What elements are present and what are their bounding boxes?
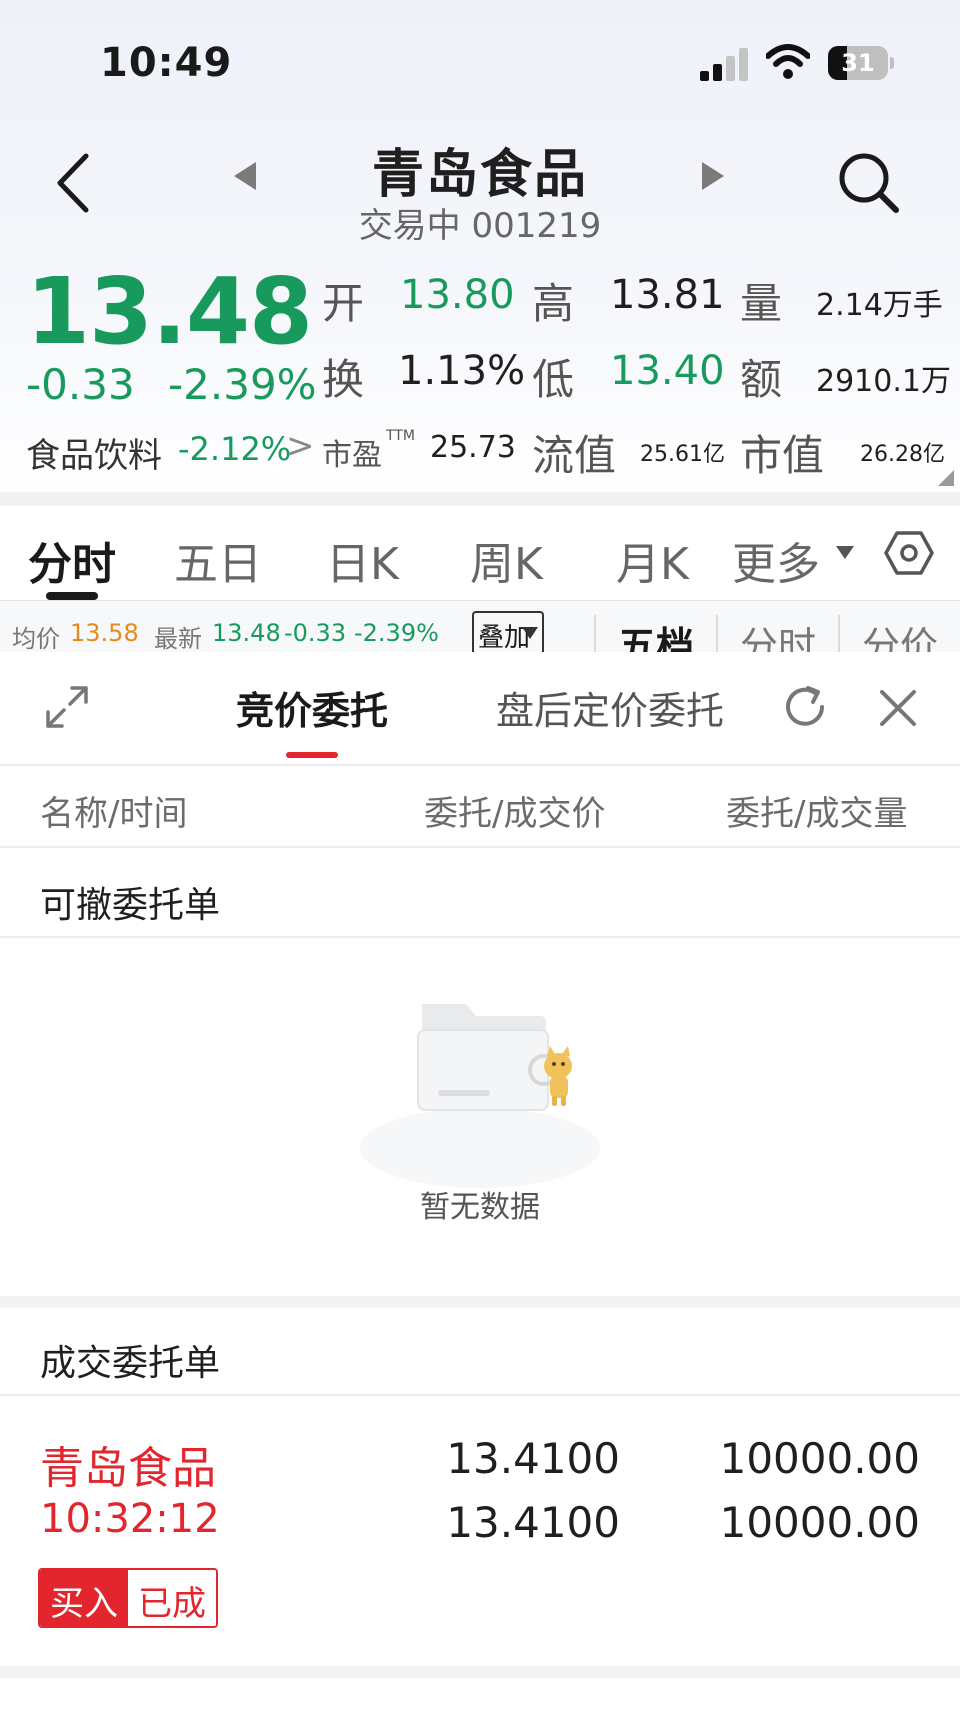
caret-down-icon[interactable] — [836, 546, 854, 559]
volume-label: 量 — [740, 279, 783, 328]
order-stock-name: 青岛食品 — [40, 1443, 216, 1494]
column-quantity: 委托/成交量 — [726, 794, 908, 834]
orders-sheet: 竞价委托 盘后定价委托 名称/时间 委托/成交价 委托/成交量 可撤委托单 暂无… — [0, 652, 960, 1711]
section-divider — [0, 1666, 960, 1678]
side-tab-ticks[interactable]: 分时 — [716, 615, 816, 652]
battery-level: 31 — [841, 49, 875, 77]
stock-name: 青岛食品 — [371, 145, 588, 205]
order-status-label: 已成 — [128, 1570, 216, 1626]
empty-state-text: 暂无数据 — [420, 1190, 540, 1225]
low-label: 低 — [532, 355, 575, 404]
last-price: 13.48 — [26, 258, 313, 365]
open-value: 13.80 — [400, 272, 515, 318]
avg-price-value: 13.58 — [70, 619, 139, 647]
triangle-left-icon[interactable] — [234, 162, 256, 190]
pe-label: 市盈 — [322, 438, 382, 473]
refresh-icon[interactable] — [782, 684, 828, 730]
industry-name[interactable]: 食品饮料 — [26, 428, 162, 477]
chart-tab-weekly-k[interactable]: 周K — [470, 528, 543, 592]
overlay-button[interactable]: 叠加 — [472, 611, 544, 652]
chart-tab-monthly-k[interactable]: 月K — [616, 528, 689, 592]
chart-tab-five-day[interactable]: 五日 — [174, 528, 262, 592]
chart-tab-intraday[interactable]: 分时 — [28, 528, 116, 592]
triangle-right-icon[interactable] — [702, 162, 724, 190]
market-cap-label: 市值 — [740, 431, 825, 480]
status-bar: 10:49 31 — [0, 0, 960, 120]
intraday-info-strip: 均价 13.58 最新 13.48 -0.33 -2.39% 叠加 五档 分时 … — [0, 600, 960, 652]
latest-change: -0.33 — [284, 619, 347, 647]
high-value: 13.81 — [610, 272, 725, 318]
high-label: 高 — [532, 279, 575, 328]
column-name-time: 名称/时间 — [40, 794, 188, 834]
turnover-value: 1.13% — [398, 348, 526, 394]
section-divider — [0, 1394, 960, 1396]
filled-orders-title: 成交委托单 — [40, 1343, 221, 1384]
latest-change-pct: -2.39% — [354, 619, 439, 647]
order-quantity: 10000.00 — [719, 1434, 920, 1483]
wifi-icon — [766, 44, 810, 79]
chart-tab-indicator — [46, 592, 98, 600]
chevron-right-icon[interactable]: > — [286, 426, 315, 466]
caret-down-icon — [522, 627, 538, 639]
turnover-label: 换 — [322, 355, 365, 404]
deal-price: 13.4100 — [446, 1498, 620, 1547]
deal-quantity: 10000.00 — [719, 1498, 920, 1547]
expand-icon[interactable] — [42, 682, 92, 732]
section-divider — [0, 936, 960, 938]
market-cap-value: 26.28亿 — [860, 442, 945, 467]
amount-value: 2910.1万 — [816, 364, 951, 399]
pe-value: 25.73 — [430, 430, 516, 465]
sheet-tab-indicator — [286, 752, 338, 758]
search-icon[interactable] — [836, 150, 902, 216]
amount-label: 额 — [740, 355, 783, 404]
chart-tab-daily-k[interactable]: 日K — [326, 528, 399, 592]
float-cap-value: 25.61亿 — [640, 442, 725, 467]
corner-triangle-icon[interactable] — [938, 470, 954, 486]
tab-after-hours-orders[interactable]: 盘后定价委托 — [496, 680, 724, 735]
order-side-label: 买入 — [40, 1570, 128, 1626]
battery-icon: 31 — [828, 46, 894, 80]
side-tab-price-dist[interactable]: 分价 — [838, 615, 938, 652]
volume-value: 2.14万手 — [816, 288, 943, 323]
price-change: -0.33 — [26, 360, 135, 409]
hexagon-settings-icon[interactable] — [884, 528, 934, 578]
latest-label: 最新 — [154, 625, 202, 652]
column-price: 委托/成交价 — [424, 794, 606, 834]
cancelable-orders-title: 可撤委托单 — [40, 885, 221, 926]
latest-value: 13.48 — [212, 619, 281, 647]
pe-ttm-label: TTM — [386, 428, 415, 444]
open-label: 开 — [322, 279, 365, 328]
low-value: 13.40 — [610, 348, 725, 394]
industry-change[interactable]: -2.12% — [178, 430, 291, 468]
chart-tab-more[interactable]: 更多 — [732, 528, 820, 592]
status-time: 10:49 — [100, 40, 233, 86]
stock-status-code: 交易中 001219 — [358, 206, 602, 246]
section-divider — [0, 492, 960, 506]
order-time: 10:32:12 — [40, 1496, 220, 1542]
tab-auction-orders[interactable]: 竞价委托 — [236, 680, 388, 735]
empty-folder-illustration — [360, 1004, 600, 1188]
side-tab-order-book[interactable]: 五档 — [594, 615, 694, 652]
section-divider — [0, 1296, 960, 1308]
order-status-badge: 买入 已成 — [38, 1568, 218, 1628]
chevron-left-icon[interactable] — [50, 148, 100, 218]
price-change-pct: -2.39% — [168, 360, 317, 409]
float-cap-label: 流值 — [532, 431, 617, 480]
close-icon[interactable] — [876, 686, 920, 730]
column-header-row: 名称/时间 委托/成交价 委托/成交量 — [0, 764, 960, 848]
order-price: 13.4100 — [446, 1434, 620, 1483]
cellular-signal-icon — [700, 47, 752, 81]
avg-price-label: 均价 — [12, 625, 60, 652]
